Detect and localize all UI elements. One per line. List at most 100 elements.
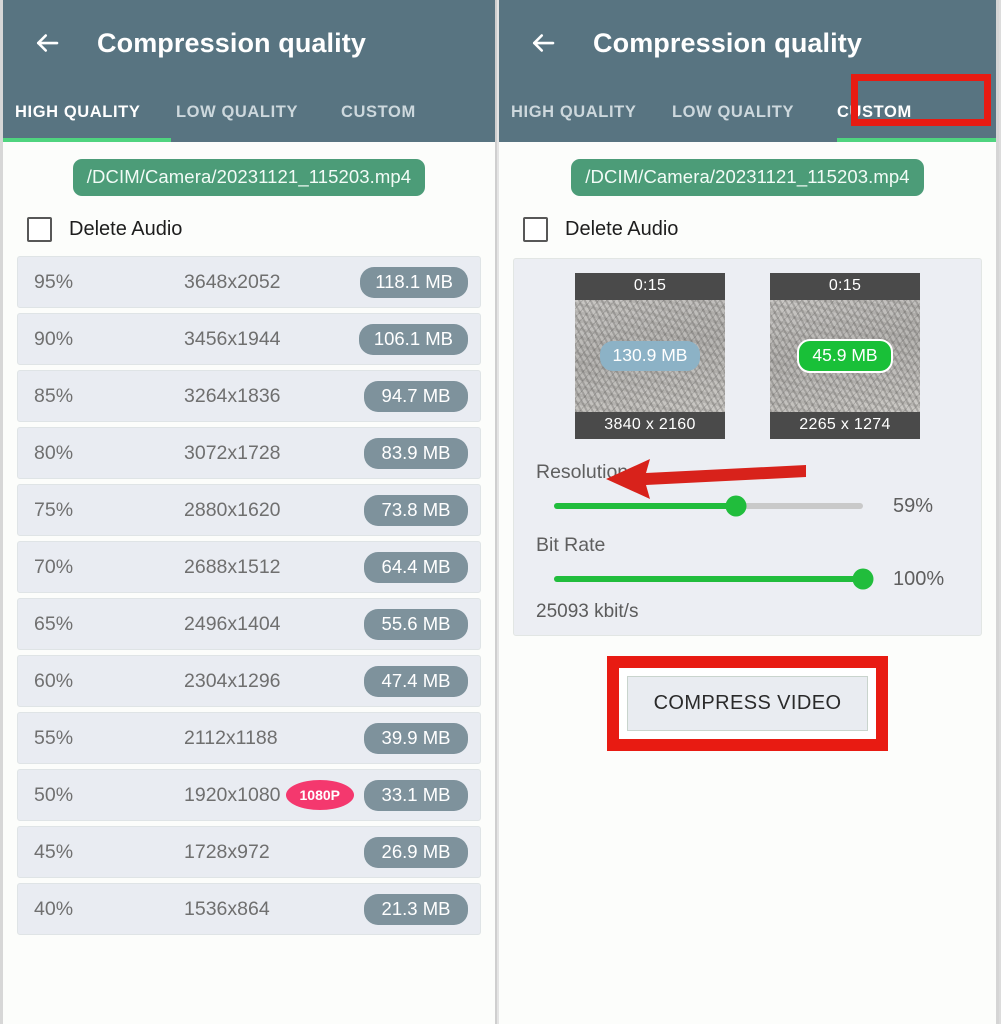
quality-resolution: 1728x972	[184, 840, 270, 863]
estimated-size-badge: 94.7 MB	[364, 380, 468, 412]
table-row[interactable]: 65% 2496x1404 55.6 MB	[17, 598, 481, 650]
tab-high-quality[interactable]: HIGH QUALITY	[3, 86, 176, 138]
compress-button-highlight-box: COMPRESS VIDEO	[606, 656, 889, 751]
page-title: Compression quality	[593, 27, 862, 58]
resolution-slider-thumb[interactable]	[725, 495, 747, 517]
bitrate-slider-track[interactable]	[554, 568, 874, 590]
back-arrow-icon[interactable]	[521, 21, 565, 65]
bitrate-slider-thumb[interactable]	[852, 568, 874, 590]
estimated-size-badge: 39.9 MB	[364, 722, 468, 754]
resolution-badge: 1080P	[285, 780, 354, 810]
bitrate-slider-value: 100%	[893, 567, 945, 590]
estimated-size-badge: 118.1 MB	[360, 266, 468, 298]
tab-label: HIGH QUALITY	[511, 102, 637, 121]
back-arrow-icon[interactable]	[25, 21, 69, 65]
bitrate-readout: 25093 kbit/s	[536, 601, 639, 622]
estimated-size-badge: 106.1 MB	[358, 323, 468, 355]
thumbnail-resolution: 2265 x 1274	[770, 412, 920, 439]
table-row[interactable]: 50% 1920x1080 1080P 33.1 MB	[17, 769, 481, 821]
estimated-size-badge: 33.1 MB	[364, 779, 468, 811]
quality-resolution: 1920x1080	[184, 783, 281, 806]
delete-audio-checkbox[interactable]	[27, 217, 52, 242]
dual-screenshot-container: Compression quality HIGH QUALITY LOW QUA…	[0, 0, 1001, 1024]
sliders-block: Resolution 59% Bit Rate 100% 25093 kbit/…	[530, 445, 965, 635]
delete-audio-row[interactable]: Delete Audio	[17, 217, 481, 242]
tab-label: HIGH QUALITY	[15, 102, 141, 121]
file-path-chip[interactable]: /DCIM/Camera/20231121_115203.mp4	[571, 159, 924, 196]
tab-low-quality[interactable]: LOW QUALITY	[672, 86, 837, 138]
quality-percent: 50%	[34, 783, 74, 806]
resolution-slider-track[interactable]	[554, 495, 863, 517]
video-thumbnail: 0:15 45.9 MB 2265 x 1274	[770, 273, 920, 439]
estimated-size-badge: 83.9 MB	[364, 437, 468, 469]
right-content: /DCIM/Camera/20231121_115203.mp4 Delete …	[499, 142, 996, 1024]
table-row[interactable]: 60% 2304x1296 47.4 MB	[17, 655, 481, 707]
bitrate-slider-label: Bit Rate	[536, 534, 606, 556]
thumbnail-size-badge: 130.9 MB	[599, 341, 701, 371]
bitrate-slider-row[interactable]: 100%	[532, 561, 963, 597]
table-row[interactable]: 80% 3072x1728 83.9 MB	[17, 427, 481, 479]
quality-percent: 60%	[34, 669, 74, 692]
quality-resolution: 3264x1836	[184, 384, 281, 407]
estimated-size-badge: 47.4 MB	[364, 665, 468, 697]
quality-percent: 55%	[34, 726, 74, 749]
quality-resolution: 3072x1728	[184, 441, 281, 464]
table-row[interactable]: 55% 2112x1188 39.9 MB	[17, 712, 481, 764]
tab-high-quality[interactable]: HIGH QUALITY	[499, 86, 672, 138]
page-title: Compression quality	[97, 27, 366, 58]
quality-percent: 90%	[34, 327, 74, 350]
table-row[interactable]: 70% 2688x1512 64.4 MB	[17, 541, 481, 593]
table-row[interactable]: 45% 1728x972 26.9 MB	[17, 826, 481, 878]
file-path-row: /DCIM/Camera/20231121_115203.mp4	[17, 142, 481, 196]
thumbnail-image: 130.9 MB	[575, 300, 725, 412]
table-row[interactable]: 90% 3456x1944 106.1 MB	[17, 313, 481, 365]
left-phone-screen: Compression quality HIGH QUALITY LOW QUA…	[0, 0, 497, 1024]
tab-bar-right: HIGH QUALITY LOW QUALITY CUSTOM	[499, 74, 996, 142]
estimated-size-badge: 26.9 MB	[364, 836, 468, 868]
file-path-row: /DCIM/Camera/20231121_115203.mp4	[513, 142, 982, 196]
tab-label: CUSTOM	[837, 102, 912, 121]
tab-low-quality[interactable]: LOW QUALITY	[176, 86, 341, 138]
quality-resolution: 2112x1188	[184, 726, 278, 749]
video-preview-thumbnails: 0:15 130.9 MB 3840 x 2160 0:15 45.9 MB 2265 x…	[530, 273, 965, 445]
quality-resolution: 2496x1404	[184, 612, 281, 635]
delete-audio-label: Delete Audio	[565, 218, 679, 240]
resolution-slider-fill	[554, 503, 737, 509]
tab-label: LOW QUALITY	[672, 102, 795, 121]
tab-label: LOW QUALITY	[176, 102, 299, 121]
table-row[interactable]: 40% 1536x864 21.3 MB	[17, 883, 481, 935]
quality-percent: 75%	[34, 498, 74, 521]
estimated-size-badge: 21.3 MB	[364, 893, 468, 925]
quality-percent: 40%	[34, 897, 74, 920]
resolution-slider-label: Resolution	[536, 461, 629, 483]
compress-video-button[interactable]: COMPRESS VIDEO	[626, 676, 869, 731]
quality-options-list[interactable]: 95% 3648x2052 118.1 MB 90% 3456x1944 106.1 MB…	[17, 256, 481, 935]
table-row[interactable]: 95% 3648x2052 118.1 MB	[17, 256, 481, 308]
quality-resolution: 2880x1620	[184, 498, 281, 521]
delete-audio-checkbox[interactable]	[523, 217, 548, 242]
resolution-slider-row[interactable]: 59%	[532, 488, 963, 524]
file-path-chip[interactable]: /DCIM/Camera/20231121_115203.mp4	[72, 159, 426, 196]
resolution-slider-value: 59%	[893, 494, 934, 517]
quality-percent: 65%	[34, 612, 74, 635]
table-row[interactable]: 75% 2880x1620 73.8 MB	[17, 484, 481, 536]
quality-percent: 80%	[34, 441, 74, 464]
compress-button-area: COMPRESS VIDEO	[513, 656, 982, 751]
delete-audio-label: Delete Audio	[69, 218, 183, 240]
thumbnail-duration: 0:15	[770, 273, 920, 300]
delete-audio-row[interactable]: Delete Audio	[513, 217, 982, 242]
quality-resolution: 3456x1944	[184, 327, 281, 350]
quality-resolution: 3648x2052	[184, 270, 281, 293]
tab-custom[interactable]: CUSTOM	[837, 86, 977, 138]
tab-bar-left: HIGH QUALITY LOW QUALITY CUSTOM	[3, 86, 495, 142]
left-content: /DCIM/Camera/20231121_115203.mp4 Delete …	[3, 142, 495, 1024]
quality-percent: 95%	[34, 270, 74, 293]
tab-label: CUSTOM	[341, 102, 416, 121]
estimated-size-badge: 64.4 MB	[364, 551, 468, 583]
tab-custom[interactable]: CUSTOM	[341, 86, 481, 138]
video-thumbnail: 0:15 130.9 MB 3840 x 2160	[575, 273, 725, 439]
table-row[interactable]: 85% 3264x1836 94.7 MB	[17, 370, 481, 422]
app-bar-left: Compression quality	[3, 0, 495, 86]
quality-resolution: 2688x1512	[184, 555, 281, 578]
quality-percent: 85%	[34, 384, 74, 407]
